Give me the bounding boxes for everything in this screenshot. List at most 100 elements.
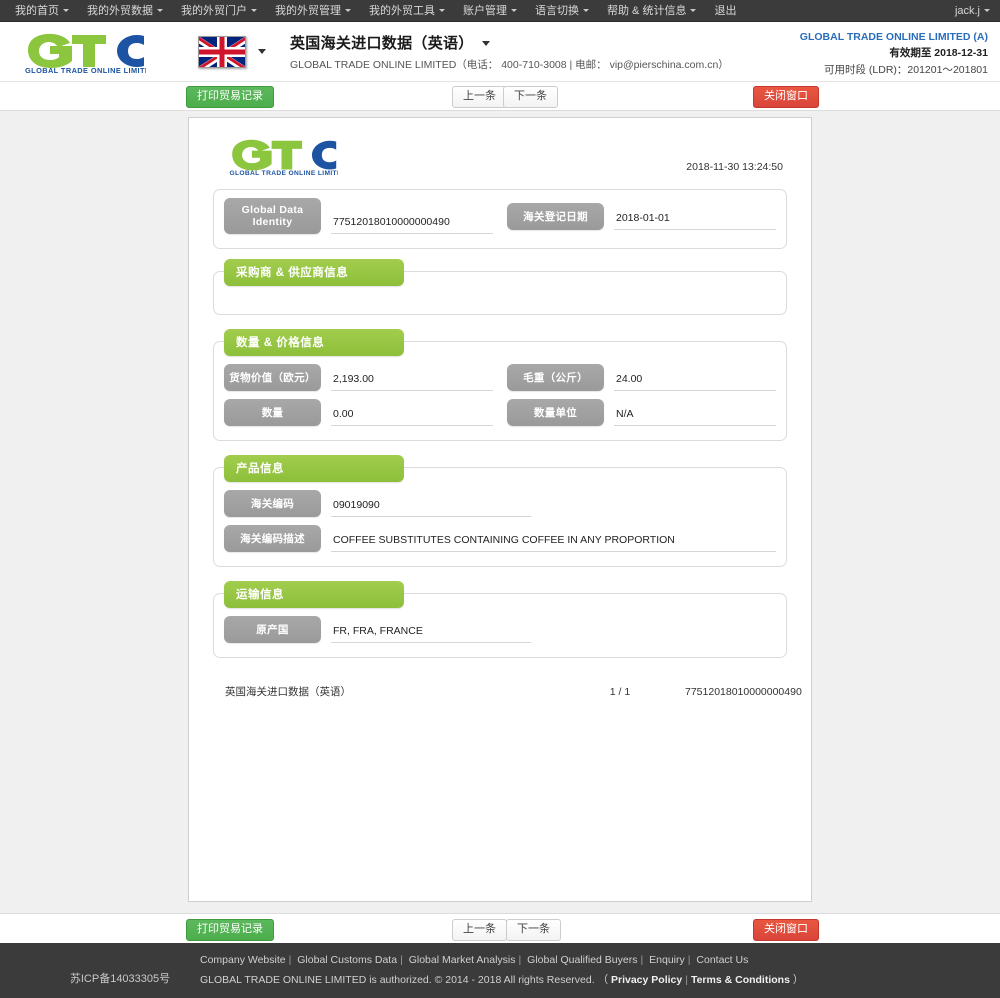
separator: | [518, 953, 522, 966]
top-action-toolbar: 打印贸易记录 上一条 下一条 关闭窗口 [0, 82, 1000, 111]
footer-link-enquiry[interactable]: Enquiry [649, 954, 685, 966]
field-value: 24.00 [614, 373, 776, 391]
site-footer: 苏ICP备14033305号 Company Website | Global C… [0, 943, 1000, 998]
chevron-down-icon [690, 9, 697, 13]
document-timestamp: 2018-11-30 13:24:50 [686, 161, 783, 173]
close-window-button[interactable]: 关闭窗口 [753, 86, 819, 108]
footer-link-row: Company Website | Global Customs Data | Gl… [200, 951, 803, 971]
field-hs-code-description: 海关编码描述 COFFEE SUBSTITUTES CONTAINING COF… [224, 525, 776, 552]
footer-links-block: Company Website | Global Customs Data | Gl… [200, 951, 803, 991]
field-quantity-unit: 数量单位 N/A [507, 399, 776, 426]
chevron-down-icon [251, 9, 257, 13]
previous-record-button-bottom[interactable]: 上一条 [452, 919, 507, 941]
section-rows: 海关编码 09019090 海关编码描述 COFFEE SUBSTITUTES … [214, 488, 786, 566]
close-window-button-bottom[interactable]: 关闭窗口 [753, 919, 819, 941]
paren-open: （ [597, 973, 609, 986]
section-rows: 原产国 FR, FRA, FRANCE [214, 614, 786, 657]
footer-copyright-row: GLOBAL TRADE ONLINE LIMITED is authorize… [200, 971, 803, 991]
footer-link-terms-conditions[interactable]: Terms & Conditions [691, 974, 790, 986]
nav-item-language-switch[interactable]: 语言切换 [526, 0, 598, 22]
nav-item-home[interactable]: 我的首页 [6, 0, 78, 22]
field-gross-weight: 毛重（公斤） 24.00 [507, 364, 776, 391]
field-label: 海关登记日期 [507, 202, 604, 230]
footer-link-privacy-policy[interactable]: Privacy Policy [611, 974, 682, 986]
nav-item-logout[interactable]: 退出 [705, 0, 745, 22]
field-hs-code: 海关编码 09019090 [224, 490, 776, 517]
identity-panel: Global Data Identity 7751201801000000049… [213, 189, 787, 249]
nav-item-label: 我的外贸门户 [181, 4, 247, 17]
nav-item-help-statistics[interactable]: 帮助 & 统计信息 [598, 0, 705, 22]
separator: | [640, 953, 644, 966]
site-header: GLOBAL TRADE ONLINE LIMITED 英国海关进口数据（英语）… [0, 22, 1000, 82]
field-value: 77512018010000000490 [331, 216, 493, 234]
field-label: 原产国 [224, 616, 321, 643]
chevron-down-icon [511, 9, 517, 13]
gto-logo-icon: GLOBAL TRADE ONLINE LIMITED [229, 139, 347, 177]
field-label: 毛重（公斤） [507, 364, 604, 391]
nav-item-trade-portal[interactable]: 我的外贸门户 [172, 0, 266, 22]
field-goods-value: 货物价值（欧元） 2,193.00 [224, 364, 493, 391]
separator: | [685, 973, 688, 986]
user-menu[interactable]: jack.j [955, 5, 990, 17]
top-nav-items: 我的首页 我的外贸数据 我的外贸门户 我的外贸管理 我的外贸工具 账户管理 语言… [6, 0, 955, 22]
chevron-down-icon [439, 9, 445, 13]
chevron-down-icon [984, 9, 990, 13]
nav-item-label: 帮助 & 统计信息 [607, 4, 687, 17]
document-header: GLOBAL TRADE ONLINE LIMITED 2018-11-30 1… [207, 132, 793, 189]
nav-item-label: 账户管理 [463, 4, 507, 17]
nav-item-label: 语言切换 [535, 4, 579, 17]
company-contact-line: GLOBAL TRADE ONLINE LIMITED（电话： 400-710-… [290, 58, 729, 71]
footer-link-global-qualified-buyers[interactable]: Global Qualified Buyers [527, 954, 637, 966]
document-page-indicator: 1 / 1 [609, 685, 631, 698]
field-value: 2,193.00 [331, 373, 493, 391]
print-trade-record-button-bottom[interactable]: 打印贸易记录 [186, 919, 274, 941]
field-global-data-identity: Global Data Identity 7751201801000000049… [224, 198, 493, 234]
field-row: 货物价值（欧元） 2,193.00 毛重（公斤） 24.00 [224, 364, 776, 391]
chevron-down-icon[interactable] [481, 41, 490, 47]
print-trade-record-button[interactable]: 打印贸易记录 [186, 86, 274, 108]
nav-item-account-management[interactable]: 账户管理 [454, 0, 526, 22]
nav-item-trade-management[interactable]: 我的外贸管理 [266, 0, 360, 22]
field-label: 数量 [224, 399, 321, 426]
section-empty-body [214, 292, 786, 314]
section-legend: 采购商 & 供应商信息 [224, 259, 404, 286]
field-customs-registration-date: 海关登记日期 2018-01-01 [507, 202, 776, 230]
field-quantity: 数量 0.00 [224, 399, 493, 426]
chevron-down-icon [345, 9, 351, 13]
previous-record-button[interactable]: 上一条 [452, 86, 507, 108]
top-navigation-bar: 我的首页 我的外贸数据 我的外贸门户 我的外贸管理 我的外贸工具 账户管理 语言… [0, 0, 1000, 22]
separator: | [288, 953, 292, 966]
separator: | [400, 953, 403, 966]
section-rows: 货物价值（欧元） 2,193.00 毛重（公斤） 24.00 数量 0.00 数… [214, 362, 786, 440]
account-info-block: GLOBAL TRADE ONLINE LIMITED (A) 有效期至 201… [800, 29, 988, 78]
identity-rows: Global Data Identity 7751201801000000049… [214, 190, 786, 248]
nav-item-label: 我的外贸工具 [369, 4, 435, 17]
paren-close: ） [792, 973, 804, 986]
chevron-down-icon [157, 9, 163, 13]
country-flag-selector[interactable] [198, 35, 266, 68]
field-row: 数量 0.00 数量单位 N/A [224, 399, 776, 426]
footer-link-global-market-analysis[interactable]: Global Market Analysis [409, 954, 516, 966]
field-label: 数量单位 [507, 399, 604, 426]
gto-logo-icon: GLOBAL TRADE ONLINE LIMITED [25, 33, 146, 74]
account-ldr-range: 可用时段 (LDR)：201201～201801 [824, 63, 988, 76]
footer-link-company-website[interactable]: Company Website [200, 954, 286, 966]
next-record-button[interactable]: 下一条 [503, 86, 558, 108]
section-buyer-supplier: 采购商 & 供应商信息 [213, 259, 787, 315]
brand-logo[interactable]: GLOBAL TRADE ONLINE LIMITED [20, 30, 170, 74]
page-title-text: 英国海关进口数据（英语） [290, 34, 474, 52]
document-viewport[interactable]: GLOBAL TRADE ONLINE LIMITED 2018-11-30 1… [0, 111, 1000, 913]
nav-item-label: 我的首页 [15, 4, 59, 17]
uk-flag-icon [198, 35, 246, 68]
footer-link-global-customs-data[interactable]: Global Customs Data [297, 954, 397, 966]
footer-link-contact-us[interactable]: Contact Us [696, 954, 748, 966]
field-label: 海关编码描述 [224, 525, 321, 552]
next-record-button-bottom[interactable]: 下一条 [506, 919, 561, 941]
section-legend: 数量 & 价格信息 [224, 329, 404, 356]
nav-item-trade-data[interactable]: 我的外贸数据 [78, 0, 172, 22]
field-country-of-origin: 原产国 FR, FRA, FRANCE [224, 616, 776, 643]
icp-license-number: 苏ICP备14033305号 [69, 972, 171, 985]
section-quantity-price: 数量 & 价格信息 货物价值（欧元） 2,193.00 毛重（公斤） 24.00… [213, 329, 787, 441]
nav-item-trade-tools[interactable]: 我的外贸工具 [360, 0, 454, 22]
nav-item-label: 我的外贸管理 [275, 4, 341, 17]
